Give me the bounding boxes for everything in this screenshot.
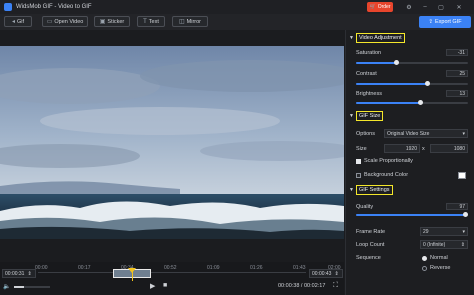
- gif-size-header[interactable]: ▼ GIF Size: [349, 110, 384, 122]
- mirror-icon: ◫: [178, 19, 185, 25]
- sticker-button[interactable]: ▣ Sticker: [94, 16, 130, 27]
- frame-rate-select[interactable]: 29 ▾: [420, 227, 468, 236]
- slider-fill: [356, 83, 427, 85]
- spinner-icon: ⇕: [27, 270, 32, 277]
- gif-settings-header[interactable]: ▼ GIF Settings: [349, 184, 393, 196]
- scale-proportionally-label: Scale Proportionally: [364, 158, 413, 164]
- slider-fill: [356, 102, 420, 104]
- loop-count-field[interactable]: 0 (Infinite) ⇕: [420, 240, 468, 249]
- contrast-value[interactable]: 25: [446, 70, 468, 77]
- height-field[interactable]: 1080: [430, 144, 468, 153]
- quality-slider[interactable]: [356, 212, 468, 217]
- play-icon[interactable]: ▶: [150, 282, 155, 290]
- chevron-down-icon: ▾: [462, 130, 465, 137]
- start-time-field[interactable]: 00:00:31 ⇕: [2, 269, 36, 278]
- tick-label: 00:17: [78, 265, 91, 271]
- toolbar: ◂ Gif ▭ Open Video ▣ Sticker T Text ◫ Mirror: [0, 14, 345, 30]
- background-color-swatch[interactable]: [458, 172, 466, 179]
- export-icon: ⇪: [428, 19, 433, 25]
- section-title: GIF Settings: [355, 185, 393, 195]
- end-time-field[interactable]: 00:00:43 ⇕: [309, 269, 343, 278]
- slider-fill: [356, 214, 465, 216]
- options-select[interactable]: Original Video Size ▾: [384, 129, 468, 138]
- chevron-down-icon: ▾: [462, 228, 465, 235]
- saturation-value[interactable]: -31: [446, 49, 468, 56]
- background-color-label: Background Color: [364, 172, 409, 178]
- slider-knob[interactable]: [462, 212, 468, 217]
- volume-icon[interactable]: 🔈: [3, 283, 10, 290]
- order-label: Order: [377, 4, 391, 10]
- saturation-label: Saturation: [356, 50, 382, 56]
- sequence-normal-label: Normal: [430, 255, 448, 261]
- mirror-button[interactable]: ◫ Mirror: [172, 16, 208, 27]
- fullscreen-icon[interactable]: ⛶: [333, 282, 338, 290]
- settings-panel: ▼ Video Adjustment Saturation -31 Contra…: [345, 30, 474, 295]
- options-label: Options: [356, 131, 375, 137]
- tick-label: 00:00: [35, 265, 48, 271]
- brightness-label: Brightness: [356, 91, 382, 97]
- background-color-checkbox[interactable]: [356, 173, 361, 178]
- slider-fill: [356, 62, 397, 64]
- scale-proportionally-checkbox[interactable]: [356, 159, 361, 164]
- app-title: WidsMob GIF - Video to GIF: [16, 4, 92, 10]
- timecode: 00:00:38 / 00:02:17: [278, 283, 326, 289]
- slider-knob[interactable]: [424, 81, 430, 86]
- video-frame: [0, 46, 344, 239]
- order-button[interactable]: 🛒 Order: [367, 2, 393, 12]
- contrast-label: Contrast: [356, 71, 377, 77]
- sequence-reverse-label: Reverse: [430, 265, 451, 271]
- title-bar: WidsMob GIF - Video to GIF: [0, 0, 474, 14]
- sequence-normal-radio[interactable]: [422, 256, 427, 261]
- tick-label: 01:43: [293, 265, 306, 271]
- timeline-track[interactable]: [38, 272, 306, 273]
- collapse-arrow-icon: ▼: [349, 113, 354, 119]
- spinner-icon: ⇕: [460, 241, 465, 248]
- collapse-arrow-icon: ▼: [349, 187, 354, 193]
- stop-icon[interactable]: ■: [163, 282, 167, 289]
- open-video-button[interactable]: ▭ Open Video: [42, 16, 88, 27]
- text-button[interactable]: T Text: [137, 16, 165, 27]
- times-sign: x: [422, 146, 425, 152]
- cart-icon: 🛒: [369, 4, 376, 10]
- quality-value[interactable]: 97: [446, 203, 468, 210]
- text-icon: T: [143, 18, 147, 25]
- frame-rate-label: Frame Rate: [356, 229, 386, 235]
- app-logo-icon: [4, 3, 12, 11]
- brightness-slider[interactable]: [356, 100, 468, 105]
- tick-label: 01:26: [250, 265, 263, 271]
- tick-label: 00:52: [164, 265, 177, 271]
- video-preview[interactable]: [0, 46, 344, 239]
- slider-knob[interactable]: [394, 60, 400, 65]
- export-bar: ⇪ Export GIF: [345, 14, 474, 30]
- saturation-slider[interactable]: [356, 60, 468, 65]
- export-gif-button[interactable]: ⇪ Export GIF: [419, 16, 471, 28]
- playhead-line: [132, 272, 133, 281]
- size-label: Size: [356, 146, 367, 152]
- quality-label: Quality: [356, 204, 374, 210]
- sequence-label: Sequence: [356, 255, 381, 261]
- contrast-slider[interactable]: [356, 81, 468, 86]
- brightness-value[interactable]: 13: [446, 90, 468, 97]
- settings-icon[interactable]: ⚙: [404, 2, 414, 12]
- loop-count-label: Loop Count: [356, 242, 385, 248]
- slider-knob[interactable]: [417, 100, 423, 105]
- timeline[interactable]: 00:00 00:17 00:34 00:52 01:09 01:26 01:4…: [0, 262, 344, 295]
- volume-slider[interactable]: [14, 286, 50, 288]
- back-button[interactable]: ◂ Gif: [4, 16, 32, 27]
- collapse-arrow-icon: ▼: [349, 35, 354, 41]
- folder-icon: ▭: [46, 19, 53, 25]
- back-arrow-icon: ◂: [11, 19, 15, 25]
- minimize-icon[interactable]: –: [420, 2, 430, 12]
- sticker-icon: ▣: [99, 19, 106, 25]
- close-icon[interactable]: ✕: [454, 2, 464, 12]
- volume-fill: [14, 286, 25, 288]
- section-title: GIF Size: [355, 111, 384, 121]
- width-field[interactable]: 1920: [384, 144, 420, 153]
- spinner-icon: ⇕: [334, 270, 339, 277]
- section-title: Video Adjustment: [355, 33, 405, 43]
- video-adjustment-header[interactable]: ▼ Video Adjustment: [349, 32, 405, 44]
- maximize-icon[interactable]: ▢: [436, 2, 446, 12]
- sequence-reverse-radio[interactable]: [422, 266, 427, 271]
- tick-label: 01:09: [207, 265, 220, 271]
